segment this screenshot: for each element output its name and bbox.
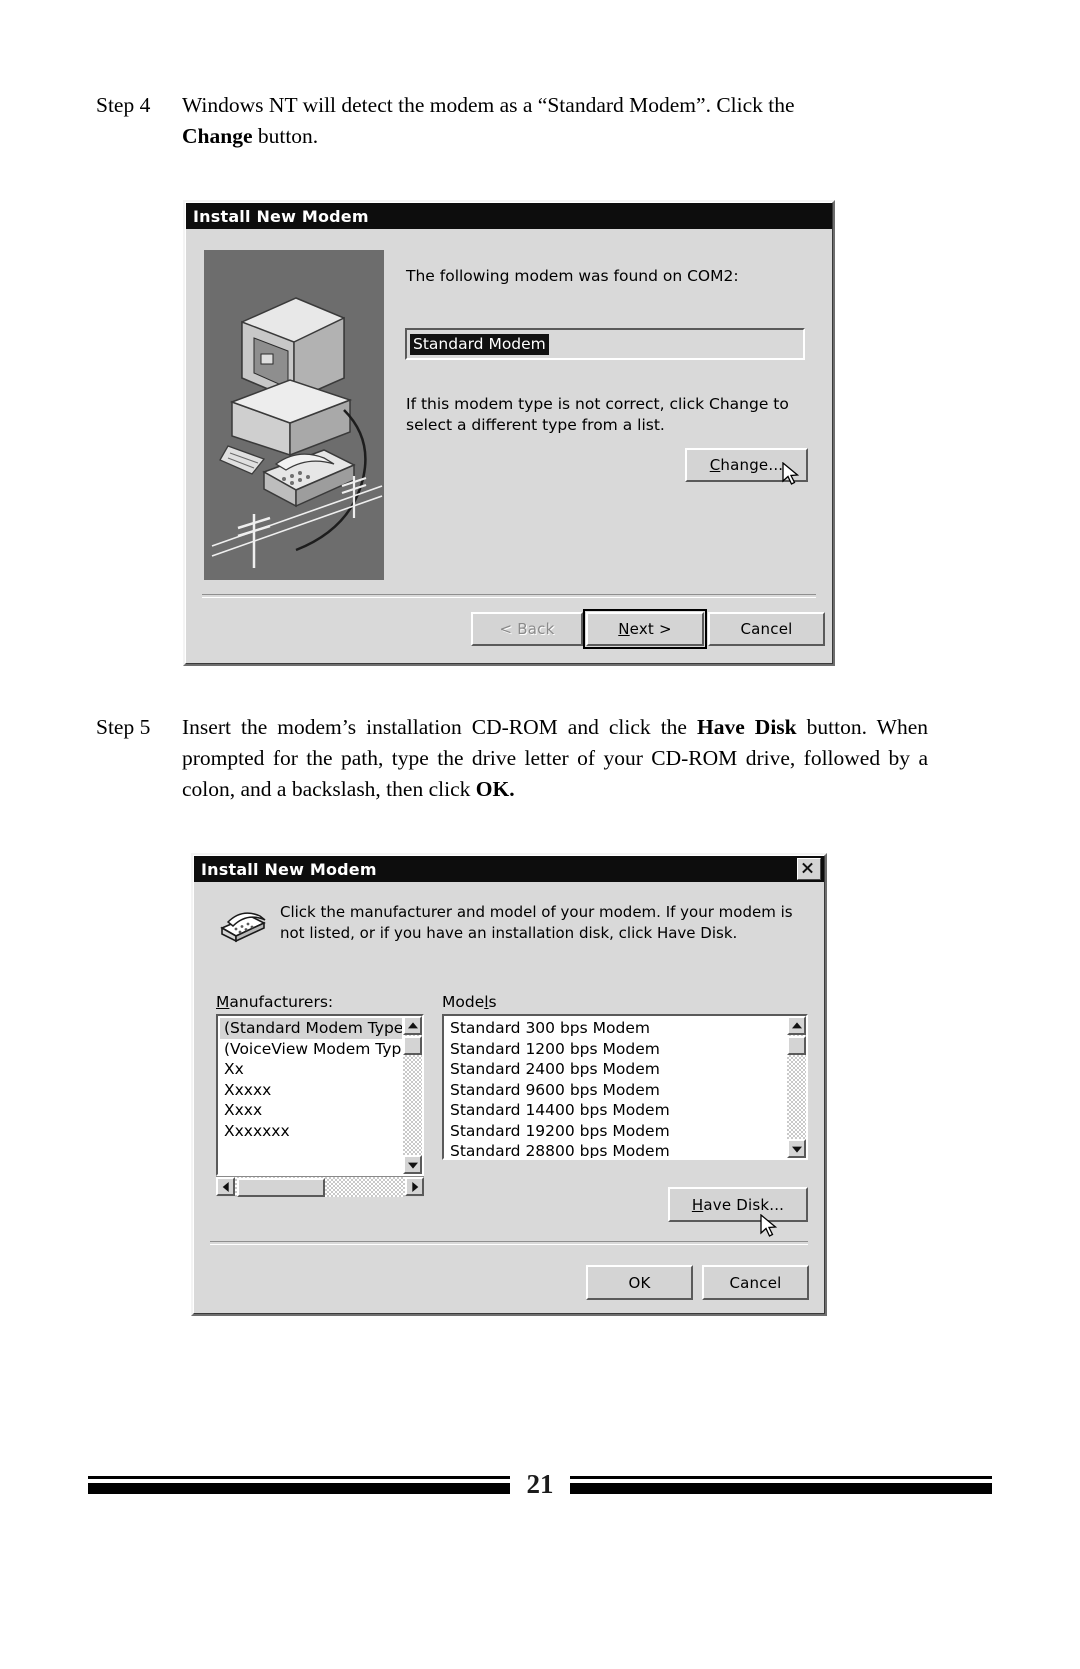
list-item[interactable]: (Standard Modem Types) — [220, 1018, 402, 1039]
detected-modem-field[interactable]: Standard Modem — [405, 328, 805, 360]
install-new-modem-dialog-detected[interactable]: Install New Modem The following modem wa… — [183, 200, 835, 666]
step-5-part-a: Insert the modem’s installation CD-ROM a… — [182, 715, 697, 739]
list-item[interactable]: Standard 1200 bps Modem — [446, 1039, 786, 1060]
dialog-1-inner: Install New Modem The following modem wa… — [185, 202, 833, 664]
scroll-up-arrow-icon[interactable] — [787, 1016, 806, 1035]
change-button-label: hange... — [720, 456, 784, 474]
step-4-text: Windows NT will detect the modem as a “S… — [182, 90, 928, 152]
change-button[interactable]: Change... — [685, 448, 808, 482]
step-5-bold-ok: OK. — [475, 777, 515, 801]
select-modem-instruction: Click the manufacturer and model of your… — [280, 903, 793, 942]
models-listbox[interactable]: Standard 300 bps Modem Standard 1200 bps… — [442, 1014, 808, 1160]
list-item[interactable]: Xx — [220, 1059, 402, 1080]
cancel-button-label-2: Cancel — [729, 1273, 782, 1292]
step-5-block: Step 5 Insert the modem’s installation C… — [96, 712, 928, 805]
next-button-label: ext > — [629, 620, 672, 638]
dialog-2-divider — [210, 1241, 808, 1245]
have-disk-button-label: ave Disk... — [703, 1195, 785, 1214]
list-item[interactable]: Standard 2400 bps Modem — [446, 1059, 786, 1080]
computer-telephone-illustration-icon — [211, 297, 383, 568]
detected-modem-value: Standard Modem — [410, 333, 549, 355]
dialog-2-titlebar[interactable]: Install New Modem — [194, 856, 824, 882]
cancel-button-dialog-1[interactable]: Cancel — [708, 612, 825, 646]
ok-button[interactable]: OK — [586, 1265, 693, 1300]
list-item[interactable]: Xxxxx — [220, 1080, 402, 1101]
models-label: Models — [442, 993, 497, 1011]
have-disk-button-accel: H — [691, 1195, 704, 1214]
step-4-block: Step 4 Windows NT will detect the modem … — [96, 90, 928, 152]
scroll-down-arrow-icon[interactable] — [403, 1155, 422, 1174]
back-button-label: < Back — [499, 620, 555, 638]
list-item[interactable]: Xxxxxxx — [220, 1121, 402, 1142]
next-button-accel: N — [618, 620, 630, 638]
list-item[interactable]: Standard 19200 bps Modem — [446, 1121, 786, 1142]
back-button[interactable]: < Back — [471, 612, 583, 646]
manufacturers-label-accel: M — [216, 993, 230, 1011]
models-rows: Standard 300 bps Modem Standard 1200 bps… — [446, 1018, 786, 1158]
manufacturers-vertical-scrollbar[interactable] — [403, 1016, 422, 1174]
page-number: 21 — [510, 1469, 570, 1499]
manufacturers-label: Manufacturers: — [216, 993, 333, 1011]
scroll-up-arrow-icon[interactable] — [403, 1016, 422, 1035]
list-item[interactable]: Standard 28800 bps Modem — [446, 1141, 786, 1158]
telephone-icon — [220, 912, 266, 943]
models-label-tail: s — [488, 993, 497, 1011]
dialog-1-title: Install New Modem — [193, 206, 369, 226]
list-item[interactable]: (VoiceView Modem Types) — [220, 1039, 402, 1060]
scroll-right-arrow-icon[interactable] — [405, 1177, 424, 1196]
manufacturers-listbox[interactable]: (Standard Modem Types) (VoiceView Modem … — [216, 1014, 424, 1176]
cancel-button-dialog-2[interactable]: Cancel — [702, 1265, 809, 1300]
scrollbar-thumb[interactable] — [403, 1036, 422, 1055]
ok-button-label: OK — [628, 1273, 651, 1292]
step-4-label: Step 4 — [96, 93, 151, 117]
list-item[interactable]: Standard 300 bps Modem — [446, 1018, 786, 1039]
step-4-bold-change: Change — [182, 124, 253, 148]
step-5-label: Step 5 — [96, 715, 151, 739]
modem-illustration — [204, 250, 384, 580]
change-button-accel: C — [709, 456, 721, 474]
scroll-down-arrow-icon[interactable] — [787, 1139, 806, 1158]
step-5-bold-have-disk: Have Disk — [697, 715, 797, 739]
step-4-line2-tail: button. — [252, 124, 319, 148]
cancel-button-label-1: Cancel — [740, 620, 793, 638]
list-item[interactable]: Standard 9600 bps Modem — [446, 1080, 786, 1101]
close-icon[interactable] — [797, 858, 821, 880]
step-5-text: Insert the modem’s installation CD-ROM a… — [182, 712, 928, 805]
manufacturers-label-rest: anufacturers: — [229, 993, 334, 1011]
install-new-modem-dialog-select[interactable]: Install New Modem Click the manufacturer… — [191, 853, 827, 1316]
models-label-head: Mode — [442, 993, 485, 1011]
next-button[interactable]: Next > — [583, 609, 707, 649]
scrollbar-thumb[interactable] — [787, 1036, 806, 1055]
dialog-1-titlebar[interactable]: Install New Modem — [186, 203, 832, 229]
detected-modem-label: The following modem was found on COM2: — [406, 267, 739, 285]
list-item[interactable]: Xxxx — [220, 1100, 402, 1121]
have-disk-button[interactable]: Have Disk... — [668, 1187, 808, 1222]
manufacturers-horizontal-scrollbar[interactable] — [216, 1176, 424, 1197]
step-4-line1: Windows NT will detect the modem as a “S… — [182, 93, 795, 117]
hscrollbar-thumb[interactable] — [237, 1178, 325, 1197]
list-item[interactable]: Standard 14400 bps Modem — [446, 1100, 786, 1121]
manufacturers-rows: (Standard Modem Types) (VoiceView Modem … — [220, 1018, 402, 1141]
models-vertical-scrollbar[interactable] — [787, 1016, 806, 1158]
scroll-left-arrow-icon[interactable] — [216, 1177, 235, 1196]
dialog-1-divider — [202, 594, 816, 598]
change-hint-text: If this modem type is not correct, click… — [406, 395, 789, 434]
dialog-2-title: Install New Modem — [201, 859, 377, 879]
dialog-2-inner: Install New Modem Click the manufacturer… — [193, 855, 825, 1314]
